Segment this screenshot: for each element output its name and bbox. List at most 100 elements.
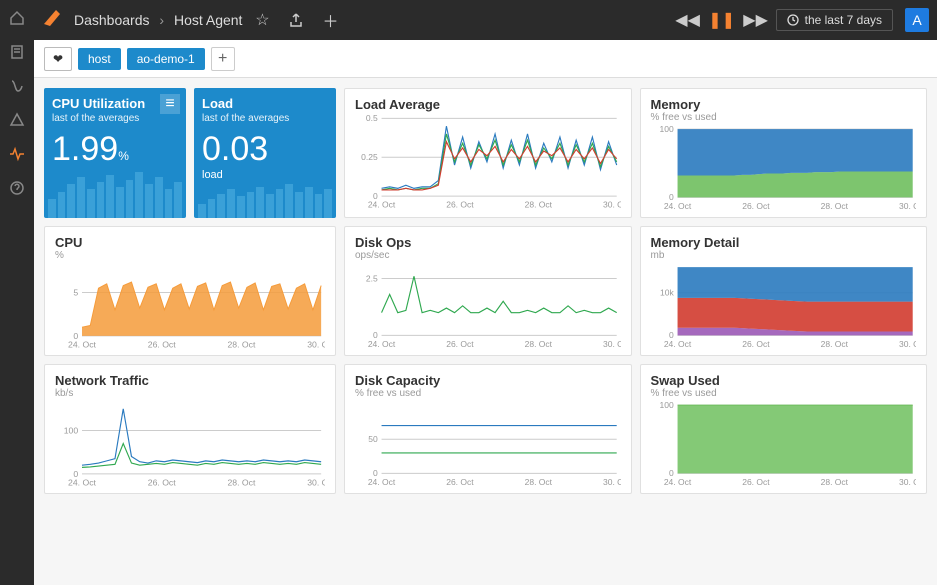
app-logo-icon [42, 8, 62, 33]
chart-sub: mb [651, 250, 917, 261]
tile-nettraf[interactable]: Network Traffic kb/s 010024. Oct26. Oct2… [44, 364, 336, 494]
chevron-right-icon: › [159, 12, 164, 28]
forward-icon[interactable]: ▶▶ [742, 6, 770, 34]
rewind-icon[interactable]: ◀◀ [674, 6, 702, 34]
timerange-picker[interactable]: the last 7 days [776, 9, 893, 31]
svg-text:24. Oct: 24. Oct [68, 477, 96, 487]
tile-sub: last of the averages [202, 113, 328, 124]
dashboard-area: ≡ CPU Utilization last of the averages 1… [34, 78, 937, 585]
svg-text:26. Oct: 26. Oct [446, 477, 474, 487]
svg-text:26. Oct: 26. Oct [148, 339, 176, 349]
tile-memory[interactable]: Memory % free vs used 010024. Oct26. Oct… [640, 88, 928, 218]
timerange-label: the last 7 days [805, 13, 882, 27]
tile-value: 0.03 [202, 130, 328, 169]
svg-text:24. Oct: 24. Oct [663, 477, 691, 487]
pause-icon[interactable]: ❚❚ [708, 6, 736, 34]
svg-text:30. Oct: 30. Oct [307, 339, 325, 349]
svg-text:24. Oct: 24. Oct [368, 477, 396, 487]
chart-diskcap: 05024. Oct26. Oct28. Oct30. Oct [355, 399, 621, 489]
left-nav [0, 0, 34, 585]
tile-cpu-util[interactable]: ≡ CPU Utilization last of the averages 1… [44, 88, 186, 218]
tile-menu-icon[interactable]: ≡ [160, 94, 180, 114]
svg-text:2.5: 2.5 [366, 273, 378, 283]
svg-text:28. Oct: 28. Oct [525, 477, 553, 487]
chart-title: CPU [55, 235, 325, 250]
svg-text:0.25: 0.25 [361, 152, 378, 162]
add-tag-button[interactable]: + [211, 47, 235, 71]
svg-text:28. Oct: 28. Oct [820, 201, 848, 211]
tag-instance[interactable]: ao-demo-1 [127, 48, 205, 70]
chart-sub: % free vs used [651, 388, 917, 399]
crumb-leaf[interactable]: Host Agent [174, 12, 243, 28]
svg-text:100: 100 [659, 400, 673, 410]
pulse-icon[interactable] [9, 146, 25, 162]
svg-text:100: 100 [64, 425, 79, 435]
svg-text:24. Oct: 24. Oct [368, 200, 396, 210]
avatar[interactable]: A [905, 8, 929, 32]
tile-title: Load [202, 96, 328, 111]
tile-diskops[interactable]: Disk Ops ops/sec 02.524. Oct26. Oct28. O… [344, 226, 632, 356]
svg-text:30. Oct: 30. Oct [898, 339, 916, 349]
svg-text:10k: 10k [660, 288, 674, 298]
doc-icon[interactable] [9, 44, 25, 60]
chart-title: Memory [651, 97, 917, 112]
svg-text:28. Oct: 28. Oct [820, 339, 848, 349]
chart-memory: 010024. Oct26. Oct28. Oct30. Oct [651, 123, 917, 213]
chart-title: Load Average [355, 97, 621, 112]
svg-text:24. Oct: 24. Oct [368, 339, 396, 349]
flow-icon[interactable] [9, 78, 25, 94]
sparkbars [194, 170, 336, 218]
svg-text:26. Oct: 26. Oct [446, 200, 474, 210]
svg-text:26. Oct: 26. Oct [148, 477, 176, 487]
svg-text:26. Oct: 26. Oct [446, 339, 474, 349]
tag-bar: ❤︎ host ao-demo-1 + [34, 40, 937, 78]
svg-text:0.5: 0.5 [366, 113, 378, 123]
tile-sub: last of the averages [52, 113, 178, 124]
chart-nettraf: 010024. Oct26. Oct28. Oct30. Oct [55, 399, 325, 489]
chart-sub: % free vs used [355, 388, 621, 399]
chart-title: Disk Ops [355, 235, 621, 250]
svg-text:28. Oct: 28. Oct [525, 200, 553, 210]
home-icon[interactable] [9, 10, 25, 26]
chart-sub: ops/sec [355, 250, 621, 261]
chart-cpu: 0524. Oct26. Oct28. Oct30. Oct [55, 261, 325, 351]
share-icon[interactable] [282, 6, 310, 34]
svg-text:30. Oct: 30. Oct [898, 477, 916, 487]
svg-text:24. Oct: 24. Oct [68, 339, 96, 349]
chart-title: Disk Capacity [355, 373, 621, 388]
svg-text:30. Oct: 30. Oct [307, 477, 325, 487]
tile-cpu[interactable]: CPU % 0524. Oct26. Oct28. Oct30. Oct [44, 226, 336, 356]
svg-text:26. Oct: 26. Oct [742, 477, 770, 487]
svg-text:30. Oct: 30. Oct [603, 200, 621, 210]
clock-icon [787, 14, 799, 26]
tile-loadavg[interactable]: Load Average 00.250.524. Oct26. Oct28. O… [344, 88, 632, 218]
chart-loadavg: 00.250.524. Oct26. Oct28. Oct30. Oct [355, 112, 621, 212]
svg-text:26. Oct: 26. Oct [742, 201, 770, 211]
tag-host[interactable]: host [78, 48, 121, 70]
tile-unit: % [118, 149, 129, 163]
help-icon[interactable] [9, 180, 25, 196]
star-icon[interactable]: ☆ [248, 6, 276, 34]
svg-text:30. Oct: 30. Oct [898, 201, 916, 211]
tile-load[interactable]: Load last of the averages 0.03 load [194, 88, 336, 218]
svg-text:26. Oct: 26. Oct [742, 339, 770, 349]
tile-memdet[interactable]: Memory Detail mb 010k24. Oct26. Oct28. O… [640, 226, 928, 356]
tile-value: 1.99 [52, 130, 118, 168]
svg-text:30. Oct: 30. Oct [603, 339, 621, 349]
sparkbars [44, 170, 186, 218]
alert-icon[interactable] [9, 112, 25, 128]
svg-text:28. Oct: 28. Oct [227, 339, 255, 349]
favorite-tag-icon[interactable]: ❤︎ [44, 47, 72, 71]
chart-sub: kb/s [55, 388, 325, 399]
tile-swap[interactable]: Swap Used % free vs used 010024. Oct26. … [640, 364, 928, 494]
crumb-root[interactable]: Dashboards [74, 12, 150, 28]
breadcrumb[interactable]: Dashboards › Host Agent [74, 12, 242, 28]
add-icon[interactable]: ＋ [316, 6, 344, 34]
svg-text:28. Oct: 28. Oct [525, 339, 553, 349]
chart-diskops: 02.524. Oct26. Oct28. Oct30. Oct [355, 261, 621, 351]
chart-memdet: 010k24. Oct26. Oct28. Oct30. Oct [651, 261, 917, 351]
chart-title: Memory Detail [651, 235, 917, 250]
chart-title: Swap Used [651, 373, 917, 388]
chart-sub: % [55, 250, 325, 261]
tile-diskcap[interactable]: Disk Capacity % free vs used 05024. Oct2… [344, 364, 632, 494]
